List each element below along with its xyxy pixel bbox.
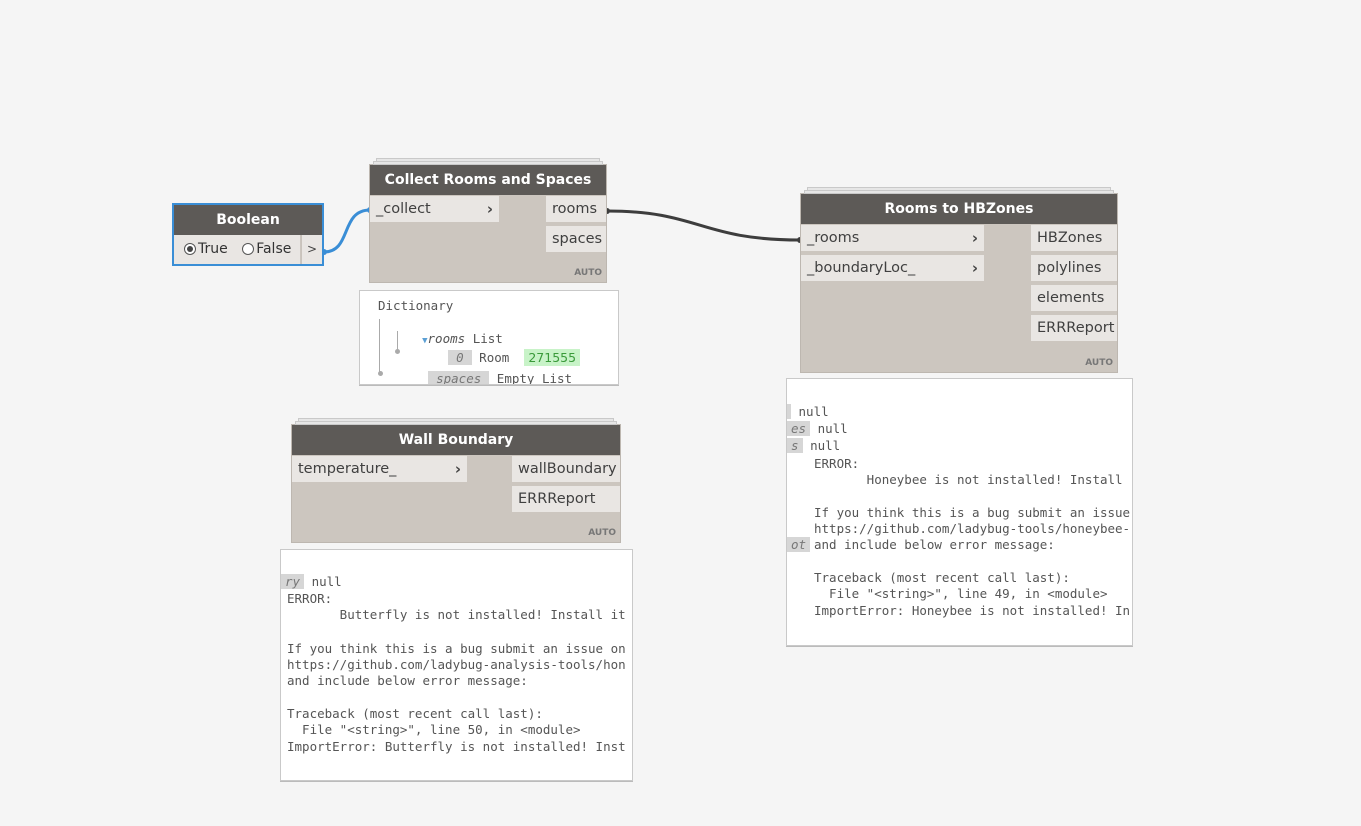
wall-boundary-title: Wall Boundary bbox=[292, 425, 620, 455]
preview-row: null bbox=[787, 404, 829, 420]
error-line: ERROR: bbox=[287, 591, 333, 606]
lacing-label: AUTO bbox=[588, 528, 616, 538]
error-line: File "<string>", line 50, in <module> bbox=[287, 722, 581, 737]
lacing-label: AUTO bbox=[574, 268, 602, 278]
error-line: ERROR: bbox=[814, 456, 860, 471]
hbzones-title: Rooms to HBZones bbox=[801, 194, 1117, 224]
error-line: ImportError: Butterfly is not installed!… bbox=[287, 739, 626, 754]
error-line: Butterfly is not installed! Install it bbox=[287, 607, 626, 622]
wire-rooms-to-hbzones[interactable] bbox=[606, 209, 801, 242]
wires-layer bbox=[321, 207, 803, 255]
wire-boolean-to-collect[interactable] bbox=[323, 208, 371, 254]
radio-checked-icon bbox=[184, 243, 196, 255]
preview-row: es null bbox=[787, 421, 848, 437]
output-port-spaces[interactable]: spaces bbox=[546, 226, 606, 252]
error-line: If you think this is a bug submit an iss… bbox=[287, 641, 626, 656]
boolean-output-port[interactable]: > bbox=[301, 235, 322, 264]
rooms-to-hbzones-node[interactable]: Rooms to HBZones _rooms › _boundaryLoc_ … bbox=[801, 187, 1117, 372]
error-line: Honeybee is not installed! Install bbox=[814, 472, 1123, 487]
lacing-label: AUTO bbox=[1085, 358, 1113, 368]
chevron-right-icon: › bbox=[454, 460, 461, 478]
wall-preview-bubble: ry null ERROR: Butterfly is not installe… bbox=[280, 549, 633, 781]
boolean-node-title: Boolean bbox=[174, 205, 322, 235]
chevron-right-icon: › bbox=[971, 259, 978, 277]
input-port-temperature[interactable]: temperature_ › bbox=[292, 456, 467, 482]
error-line: ImportError: Honeybee is not installed! … bbox=[814, 603, 1131, 618]
output-port-errreport[interactable]: ERRReport bbox=[1031, 315, 1117, 341]
radio-unchecked-icon bbox=[242, 243, 255, 255]
output-port-errreport[interactable]: ERRReport bbox=[512, 486, 620, 512]
preview-row: ry null bbox=[281, 574, 342, 590]
collect-rooms-node[interactable]: Collect Rooms and Spaces _collect › room… bbox=[370, 158, 606, 282]
input-port-rooms[interactable]: _rooms › bbox=[801, 225, 984, 251]
output-port-rooms[interactable]: rooms bbox=[546, 196, 606, 222]
error-line: and include below error message: bbox=[814, 537, 1055, 552]
output-port-wallboundary[interactable]: wallBoundary bbox=[512, 456, 620, 482]
error-line: and include below error message: bbox=[287, 673, 528, 688]
error-line: Traceback (most recent call last): bbox=[814, 570, 1070, 585]
collect-rooms-title: Collect Rooms and Spaces bbox=[370, 165, 606, 195]
preview-root: Dictionary bbox=[378, 298, 454, 313]
error-line: https://github.com/ladybug-tools/honeybe… bbox=[814, 521, 1131, 536]
error-line: Traceback (most recent call last): bbox=[287, 706, 543, 721]
chevron-right-icon: › bbox=[971, 229, 978, 247]
output-port-polylines[interactable]: polylines bbox=[1031, 255, 1117, 281]
true-radio[interactable]: True bbox=[184, 241, 228, 257]
boolean-node[interactable]: Boolean True False > bbox=[174, 205, 322, 264]
preview-row: ot bbox=[787, 537, 811, 553]
wall-boundary-node[interactable]: Wall Boundary temperature_ › wallBoundar… bbox=[292, 418, 620, 542]
hbzones-preview-bubble: null es null s null ERROR: Honeybee is n… bbox=[786, 378, 1133, 646]
output-port-elements[interactable]: elements bbox=[1031, 285, 1117, 311]
input-port-collect[interactable]: _collect › bbox=[370, 196, 499, 222]
collect-preview-bubble: Dictionary ▼rooms List 0 Room 271555 spa… bbox=[359, 290, 619, 385]
error-line: https://github.com/ladybug-analysis-tool… bbox=[287, 657, 626, 672]
false-radio[interactable]: False bbox=[242, 241, 291, 257]
preview-spaces-row: spaces Empty List bbox=[398, 355, 572, 384]
output-port-hbzones[interactable]: HBZones bbox=[1031, 225, 1117, 251]
preview-row: s null bbox=[787, 438, 840, 454]
error-line: File "<string>", line 49, in <module> bbox=[814, 586, 1108, 601]
chevron-right-icon: › bbox=[486, 200, 493, 218]
input-port-boundaryloc[interactable]: _boundaryLoc_ › bbox=[801, 255, 984, 281]
error-line: If you think this is a bug submit an iss… bbox=[814, 505, 1131, 520]
